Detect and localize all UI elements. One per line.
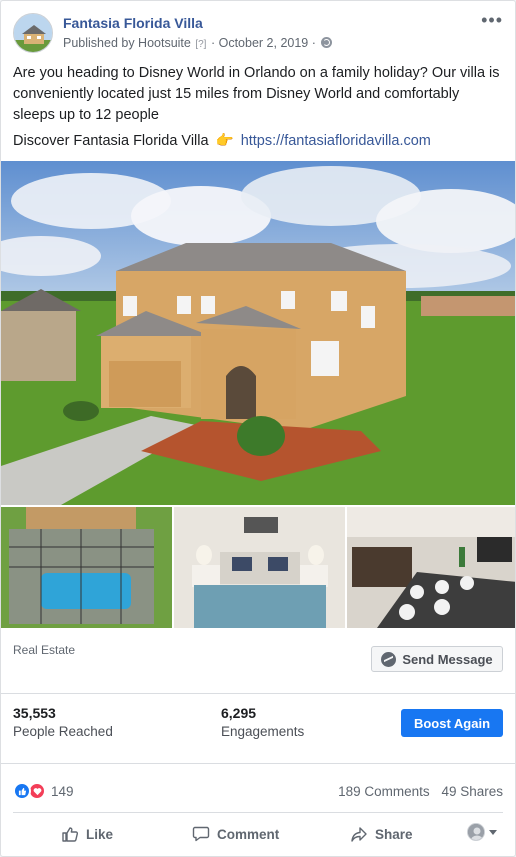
pointing-hand-icon: 👉 bbox=[215, 133, 234, 149]
comment-icon bbox=[192, 826, 210, 842]
photo-dining-thumb[interactable] bbox=[347, 507, 515, 628]
like-label: Like bbox=[86, 826, 114, 842]
post-text: Are you heading to Disney World in Orlan… bbox=[13, 65, 500, 123]
engagements-label: Engagements bbox=[221, 724, 305, 739]
photo-bedroom-thumb[interactable] bbox=[174, 507, 345, 628]
reactions-summary[interactable]: 149 bbox=[13, 782, 74, 800]
post-meta: Published by Hootsuite [?] · October 2, … bbox=[63, 36, 333, 50]
meta-separator: · bbox=[210, 36, 216, 50]
post-date[interactable]: October 2, 2019 bbox=[219, 36, 309, 50]
send-message-button[interactable]: Send Message bbox=[371, 646, 503, 672]
share-icon bbox=[351, 827, 367, 842]
comments-count-link[interactable]: 189 Comments bbox=[338, 784, 430, 799]
people-reached-value: 35,553 bbox=[13, 705, 56, 721]
user-avatar bbox=[467, 823, 485, 841]
messenger-icon bbox=[381, 651, 397, 667]
published-by: Published by Hootsuite bbox=[63, 36, 191, 50]
category-label: Real Estate bbox=[13, 643, 76, 657]
comment-share-counts: 189 Comments 49 Shares bbox=[330, 784, 503, 799]
more-icon[interactable]: ••• bbox=[481, 11, 503, 29]
comment-label: Comment bbox=[217, 826, 280, 842]
post-as-selector[interactable] bbox=[467, 823, 497, 841]
shares-count-link[interactable]: 49 Shares bbox=[441, 784, 503, 799]
reaction-count: 149 bbox=[51, 783, 74, 799]
discover-text: Discover Fantasia Florida Villa bbox=[13, 133, 209, 149]
divider bbox=[1, 763, 515, 764]
page-name-link[interactable]: Fantasia Florida Villa bbox=[63, 15, 203, 31]
share-label: Share bbox=[375, 826, 413, 842]
like-reaction-icon bbox=[13, 782, 31, 800]
comment-button[interactable]: Comment bbox=[192, 821, 279, 847]
globe-icon bbox=[321, 37, 333, 48]
boost-again-button[interactable]: Boost Again bbox=[401, 709, 503, 737]
help-mark[interactable]: [?] bbox=[195, 39, 206, 50]
post-card: Fantasia Florida Villa Published by Hoot… bbox=[0, 0, 516, 857]
engagements-value: 6,295 bbox=[221, 705, 257, 721]
main-photo[interactable] bbox=[1, 161, 515, 505]
send-message-label: Send Message bbox=[402, 651, 493, 667]
like-button[interactable]: Like bbox=[61, 821, 113, 847]
divider bbox=[1, 693, 515, 694]
share-button[interactable]: Share bbox=[350, 821, 413, 847]
website-link[interactable]: https://fantasiafloridavilla.com bbox=[241, 133, 431, 149]
meta-separator-2: · bbox=[311, 36, 316, 50]
divider bbox=[13, 812, 503, 813]
page-avatar[interactable] bbox=[13, 13, 53, 53]
discover-line: Discover Fantasia Florida Villa 👉 https:… bbox=[13, 131, 503, 152]
caret-down-icon bbox=[489, 829, 497, 835]
post-header: Fantasia Florida Villa Published by Hoot… bbox=[13, 11, 503, 55]
photo-pool-thumb[interactable] bbox=[1, 507, 172, 628]
people-reached-label: People Reached bbox=[13, 724, 113, 739]
thumbs-up-icon bbox=[62, 827, 79, 842]
